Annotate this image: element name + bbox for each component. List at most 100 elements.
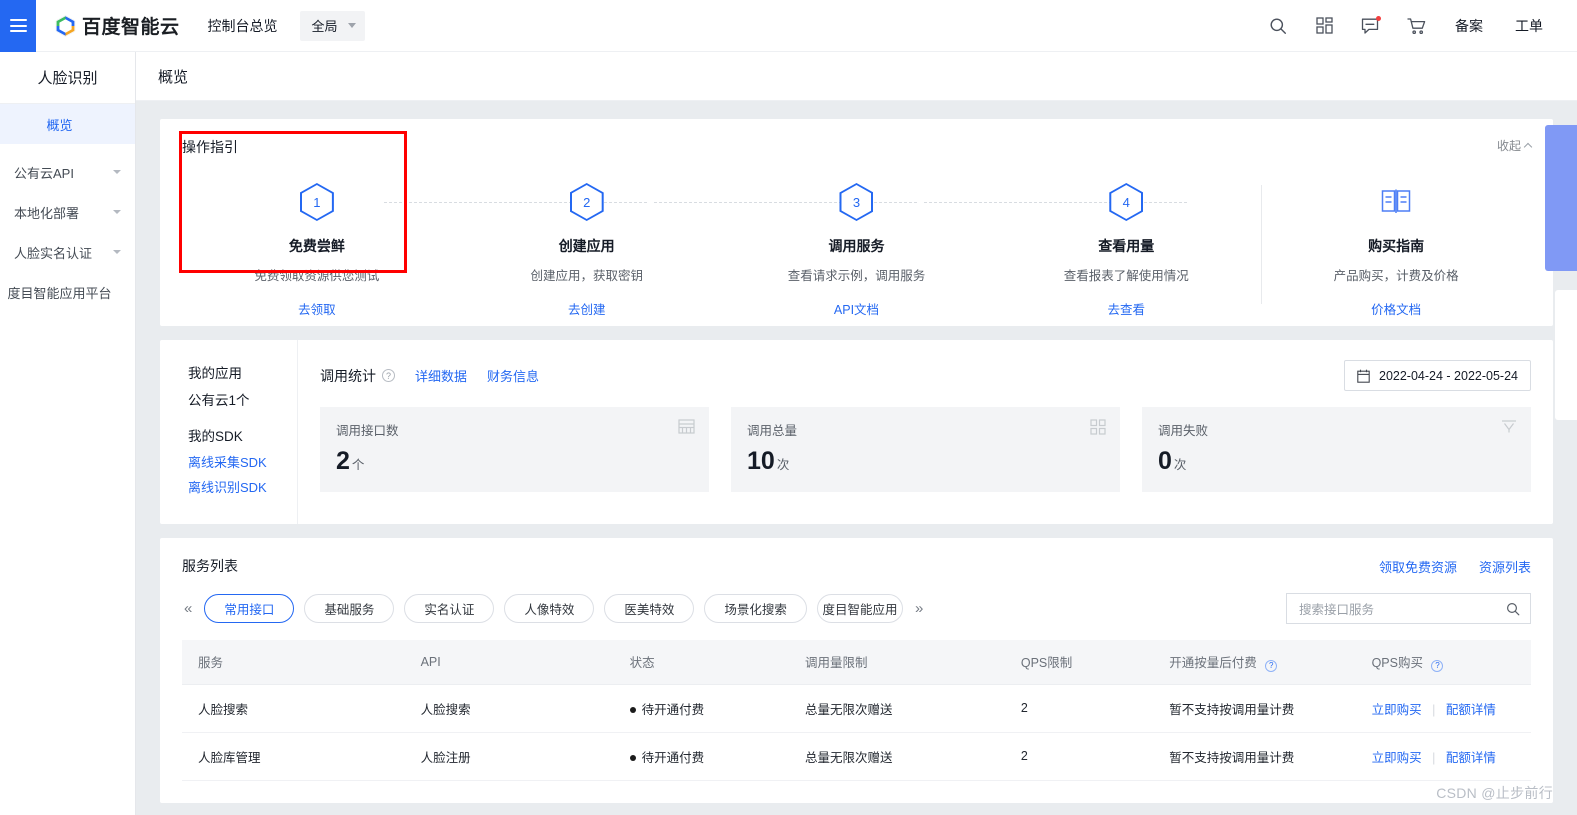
my-apps-heading: 我的应用 bbox=[188, 366, 242, 381]
tab-scene-search[interactable]: 场景化搜索 bbox=[704, 594, 807, 623]
cell-api: 人脸搜索 bbox=[404, 684, 614, 733]
sidebar-item-label: 人脸实名认证 bbox=[14, 245, 93, 261]
floating-side-card[interactable] bbox=[1555, 290, 1577, 420]
cell-service: 人脸库管理 bbox=[182, 732, 405, 781]
search-icon[interactable] bbox=[1255, 0, 1301, 52]
service-category-tabs: « 常用接口 基础服务 实名认证 人像特效 医美特效 场景化搜索 度目智能应用 … bbox=[182, 593, 1531, 624]
sidebar-item-local-deployment[interactable]: 本地化部署 bbox=[0, 192, 135, 232]
tab-dumu-platform[interactable]: 度目智能应用 bbox=[816, 594, 903, 623]
cart-icon[interactable] bbox=[1393, 0, 1439, 52]
metric-value: 10 bbox=[747, 447, 775, 475]
step-number: 2 bbox=[571, 185, 602, 219]
cell-actions: 立即购买 | 配额详情 bbox=[1355, 684, 1531, 733]
guide-step-4[interactable]: 4 查看用量 查看报表了解使用情况 去查看 bbox=[991, 169, 1261, 318]
sidebar-item-label: 本地化部署 bbox=[14, 205, 80, 221]
status-dot-icon bbox=[629, 706, 636, 713]
date-range-value: 2022-04-24 - 2022-05-24 bbox=[1379, 368, 1518, 383]
collapse-label: 收起 bbox=[1496, 139, 1521, 153]
buy-now-link[interactable]: 立即购买 bbox=[1372, 751, 1422, 765]
action-separator: | bbox=[1432, 702, 1436, 717]
date-range-picker[interactable]: 2022-04-24 - 2022-05-24 bbox=[1344, 360, 1531, 391]
step-number: 1 bbox=[301, 185, 332, 219]
step-action-link[interactable]: 价格文档 bbox=[1371, 299, 1421, 318]
sidebar-item-face-verification[interactable]: 人脸实名认证 bbox=[0, 232, 135, 272]
sidebar-item-overview[interactable]: 概览 bbox=[0, 104, 135, 144]
step-description: 查看请求示例，调用服务 bbox=[787, 269, 926, 283]
offline-collect-sdk-link[interactable]: 离线采集SDK bbox=[188, 452, 297, 471]
tabs-prev-icon[interactable]: « bbox=[182, 600, 194, 617]
column-postpaid: 开通按量后付费 ? bbox=[1153, 640, 1356, 685]
metric-card-total-calls: 调用总量 10 次 bbox=[731, 407, 1120, 492]
step-action-link[interactable]: 去创建 bbox=[568, 299, 606, 318]
calendar-icon bbox=[1357, 369, 1370, 383]
table-body: 人脸搜索 人脸搜索 待开通付费 总量无限次赠送 2 暂不支持按调用量计费 立即购… bbox=[182, 684, 1531, 781]
resource-list-link[interactable]: 资源列表 bbox=[1479, 557, 1531, 576]
apps-grid-icon[interactable] bbox=[1301, 0, 1347, 52]
cell-postpaid: 暂不支持按调用量计费 bbox=[1153, 732, 1356, 781]
guide-step-2[interactable]: 2 创建应用 创建应用，获取密钥 去创建 bbox=[452, 169, 722, 318]
step-action-link[interactable]: 去查看 bbox=[1108, 299, 1146, 318]
message-icon[interactable] bbox=[1347, 0, 1393, 52]
tab-real-name-auth[interactable]: 实名认证 bbox=[404, 594, 495, 623]
step-title: 创建应用 bbox=[558, 238, 615, 254]
collapse-guide-button[interactable]: 收起 bbox=[1496, 137, 1533, 154]
table-row: 人脸搜索 人脸搜索 待开通付费 总量无限次赠送 2 暂不支持按调用量计费 立即购… bbox=[182, 684, 1531, 733]
tab-basic-service[interactable]: 基础服务 bbox=[304, 594, 395, 623]
step-description: 免费领取资源供您测试 bbox=[254, 269, 380, 283]
ticket-link[interactable]: 工单 bbox=[1499, 0, 1559, 52]
offline-recognize-sdk-link[interactable]: 离线识别SDK bbox=[188, 477, 297, 496]
step-description: 创建应用，获取密钥 bbox=[530, 269, 643, 283]
guide-step-buy-guide[interactable]: 购买指南 产品购买，计费及价格 价格文档 bbox=[1261, 169, 1531, 318]
step-title: 查看用量 bbox=[1098, 238, 1155, 254]
tab-common-api[interactable]: 常用接口 bbox=[204, 594, 295, 623]
help-icon[interactable]: ? bbox=[1431, 659, 1444, 672]
brand-logo[interactable]: 百度智能云 bbox=[55, 12, 180, 39]
step-action-link[interactable]: API文档 bbox=[834, 299, 879, 318]
quota-detail-link[interactable]: 配额详情 bbox=[1446, 703, 1496, 717]
cell-api: 人脸注册 bbox=[404, 732, 614, 781]
tab-portrait-effects[interactable]: 人像特效 bbox=[504, 594, 595, 623]
menu-toggle-button[interactable] bbox=[0, 0, 36, 52]
buy-now-link[interactable]: 立即购买 bbox=[1372, 703, 1422, 717]
tab-beauty-effects[interactable]: 医美特效 bbox=[604, 594, 695, 623]
header-actions: 备案 工单 bbox=[1255, 0, 1577, 52]
step-number: 4 bbox=[1111, 185, 1142, 219]
detail-data-link[interactable]: 详细数据 bbox=[415, 366, 467, 385]
sidebar-item-dumu-platform[interactable]: 度目智能应用平台 bbox=[0, 272, 135, 312]
top-header: 百度智能云 控制台总览 全局 备案 工单 bbox=[0, 0, 1577, 52]
cell-actions: 立即购买 | 配额详情 bbox=[1355, 732, 1531, 781]
guide-header: 操作指引 收起 bbox=[182, 137, 1533, 157]
metric-value: 0 bbox=[1158, 447, 1172, 475]
step-action-link[interactable]: 去领取 bbox=[298, 299, 336, 318]
search-icon[interactable] bbox=[1506, 602, 1520, 616]
service-header-links: 领取免费资源 资源列表 bbox=[1379, 557, 1531, 576]
metric-cards: 调用接口数 2个 调用总量 10 次 调用失败 0 次 bbox=[320, 407, 1531, 492]
guide-step-1[interactable]: 1 免费尝鲜 免费领取资源供您测试 去领取 bbox=[182, 169, 452, 318]
guide-steps: 1 免费尝鲜 免费领取资源供您测试 去领取 2 创建应用 创建应用，获取密钥 去… bbox=[182, 169, 1531, 318]
chevron-down-icon bbox=[113, 170, 121, 174]
sidebar-item-public-cloud-api[interactable]: 公有云API bbox=[0, 152, 135, 192]
claim-free-resource-link[interactable]: 领取免费资源 bbox=[1379, 557, 1457, 576]
step-title: 购买指南 bbox=[1368, 238, 1425, 254]
beian-link[interactable]: 备案 bbox=[1439, 0, 1499, 52]
finance-info-link[interactable]: 财务信息 bbox=[487, 366, 539, 385]
tabs-next-icon[interactable]: » bbox=[913, 600, 925, 617]
help-icon[interactable]: ? bbox=[382, 369, 395, 382]
floating-side-panel[interactable] bbox=[1545, 125, 1577, 271]
help-icon[interactable]: ? bbox=[1265, 659, 1278, 672]
column-qps-purchase: QPS购买 ? bbox=[1355, 640, 1531, 685]
cell-quota: 总量无限次赠送 bbox=[789, 732, 1005, 781]
region-selector[interactable]: 全局 bbox=[299, 10, 365, 41]
console-overview-link[interactable]: 控制台总览 bbox=[208, 16, 278, 36]
main-area: 概览 操作指引 收起 1 免费尝鲜 免费领取资源供您测试 去领取 2 创建应用 … bbox=[136, 52, 1577, 815]
status-badge: 待开通付费 bbox=[641, 750, 705, 765]
column-status: 状态 bbox=[613, 640, 790, 685]
operation-guide-card: 操作指引 收起 1 免费尝鲜 免费领取资源供您测试 去领取 2 创建应用 创建应… bbox=[160, 119, 1553, 326]
guide-step-3[interactable]: 3 调用服务 查看请求示例，调用服务 API文档 bbox=[722, 169, 992, 318]
search-input[interactable]: 搜索接口服务 bbox=[1286, 593, 1531, 624]
table-row: 人脸库管理 人脸注册 待开通付费 总量无限次赠送 2 暂不支持按调用量计费 立即… bbox=[182, 732, 1531, 781]
quota-detail-link[interactable]: 配额详情 bbox=[1446, 751, 1496, 765]
sidebar-item-label: 公有云API bbox=[14, 165, 74, 181]
left-sidebar: 人脸识别 概览 公有云API 本地化部署 人脸实名认证 度目智能应用平台 bbox=[0, 52, 136, 815]
